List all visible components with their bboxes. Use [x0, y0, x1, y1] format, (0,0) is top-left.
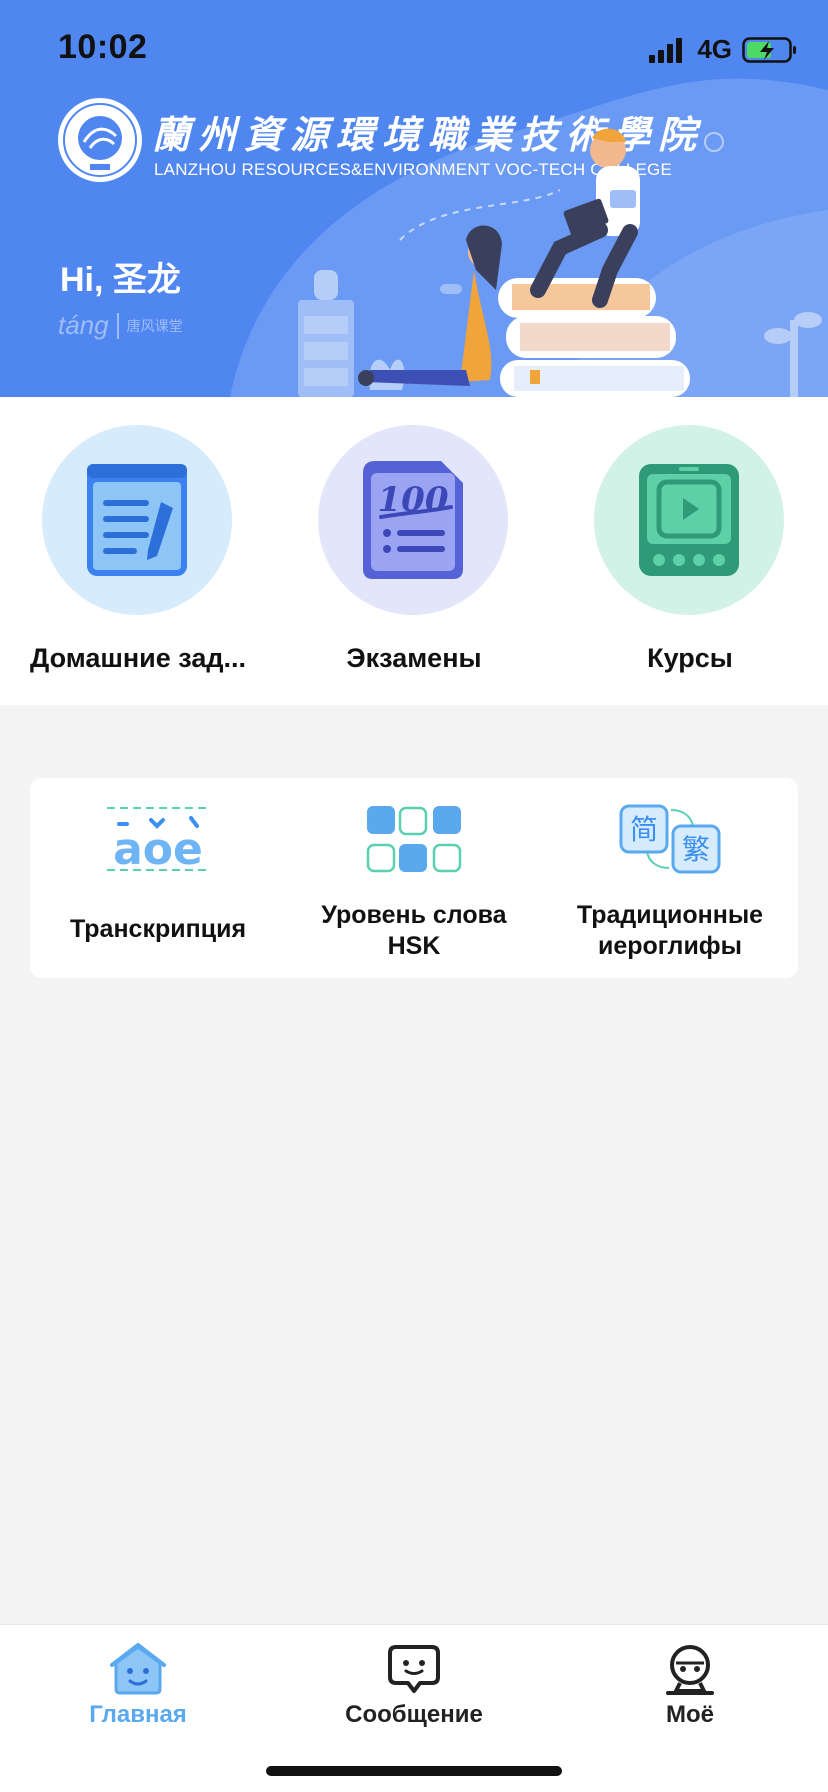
exams-icon-circle: 100 [318, 425, 508, 615]
exam-100-icon: 100 [363, 461, 463, 579]
nav-profile-label: Моё [666, 1701, 714, 1728]
hsk-level-label: Уровень слова HSK [286, 900, 542, 962]
nav-messages-label: Сообщение [345, 1701, 483, 1728]
hsk-grid-icon [366, 806, 462, 873]
courses-label: Курсы [647, 643, 733, 673]
courses-shortcut[interactable]: Курсы [552, 425, 828, 685]
profile-robot-icon [666, 1645, 714, 1695]
students-reading-illustration [298, 128, 822, 397]
nav-home[interactable]: Главная [0, 1633, 276, 1743]
simplified-glyph: 简 [630, 813, 658, 846]
battery-charging-icon [742, 36, 796, 63]
brand-name: táng [58, 310, 109, 340]
homework-icon-circle [42, 425, 232, 615]
message-bubble-icon [388, 1645, 440, 1693]
homework-label: Домашние зад... [30, 643, 246, 673]
network-type: 4G [697, 34, 732, 64]
nav-home-label: Главная [89, 1701, 187, 1728]
course-video-tablet-icon [639, 464, 739, 576]
exams-shortcut[interactable]: 100 Экзамены [276, 425, 552, 685]
brand-subtitle: 唐风课堂 [126, 317, 183, 334]
status-time: 10:02 [58, 28, 148, 66]
home-indicator[interactable] [266, 1766, 562, 1776]
transcription-tool[interactable]: aoe Транскрипция [30, 804, 286, 964]
header-banner: 10:02 4G 蘭州資源環境職業技術學院 LANZHOU RESOURCES&… [0, 0, 828, 397]
traditional-glyph: 繁 [682, 833, 710, 866]
hsk-level-label-line1: Уровень слова [321, 901, 507, 929]
main-shortcuts: Домашние зад... 100 Экзамены Курсы [0, 397, 828, 705]
hsk-level-tool[interactable]: Уровень слова HSK [286, 804, 542, 964]
homework-shortcut[interactable]: Домашние зад... [0, 425, 276, 685]
nav-messages[interactable]: Сообщение [276, 1633, 552, 1743]
home-icon [110, 1643, 166, 1695]
tools-card: aoe Транскрипция Уровень слова HSK 简 繁 Т… [30, 778, 798, 978]
courses-icon-circle [594, 425, 784, 615]
brand-separator [116, 312, 119, 339]
pinyin-aoe-icon: aoe [107, 807, 209, 874]
traditional-characters-tool[interactable]: 简 繁 Традиционные иероглифы [542, 804, 798, 964]
user-greeting: Hi, 圣龙 [60, 261, 181, 299]
signal-bars-icon [649, 37, 683, 63]
exams-label: Экзамены [346, 643, 482, 673]
transcription-label: Транскрипция [69, 915, 247, 943]
traditional-characters-label: Традиционные иероглифы [542, 900, 798, 962]
traditional-characters-label-line1: Традиционные [576, 901, 764, 929]
brand-mark: táng 唐风课堂 [58, 310, 183, 341]
homework-notepad-icon [87, 464, 187, 576]
simplified-traditional-icon: 简 繁 [619, 804, 721, 874]
college-logo [58, 98, 142, 182]
nav-profile[interactable]: Моё [552, 1633, 828, 1743]
svg-text:aoe: aoe [113, 824, 203, 874]
status-indicators: 4G [649, 34, 798, 65]
traditional-characters-label-line2: иероглифы [597, 932, 743, 960]
hsk-level-label-line2: HSK [387, 932, 441, 960]
